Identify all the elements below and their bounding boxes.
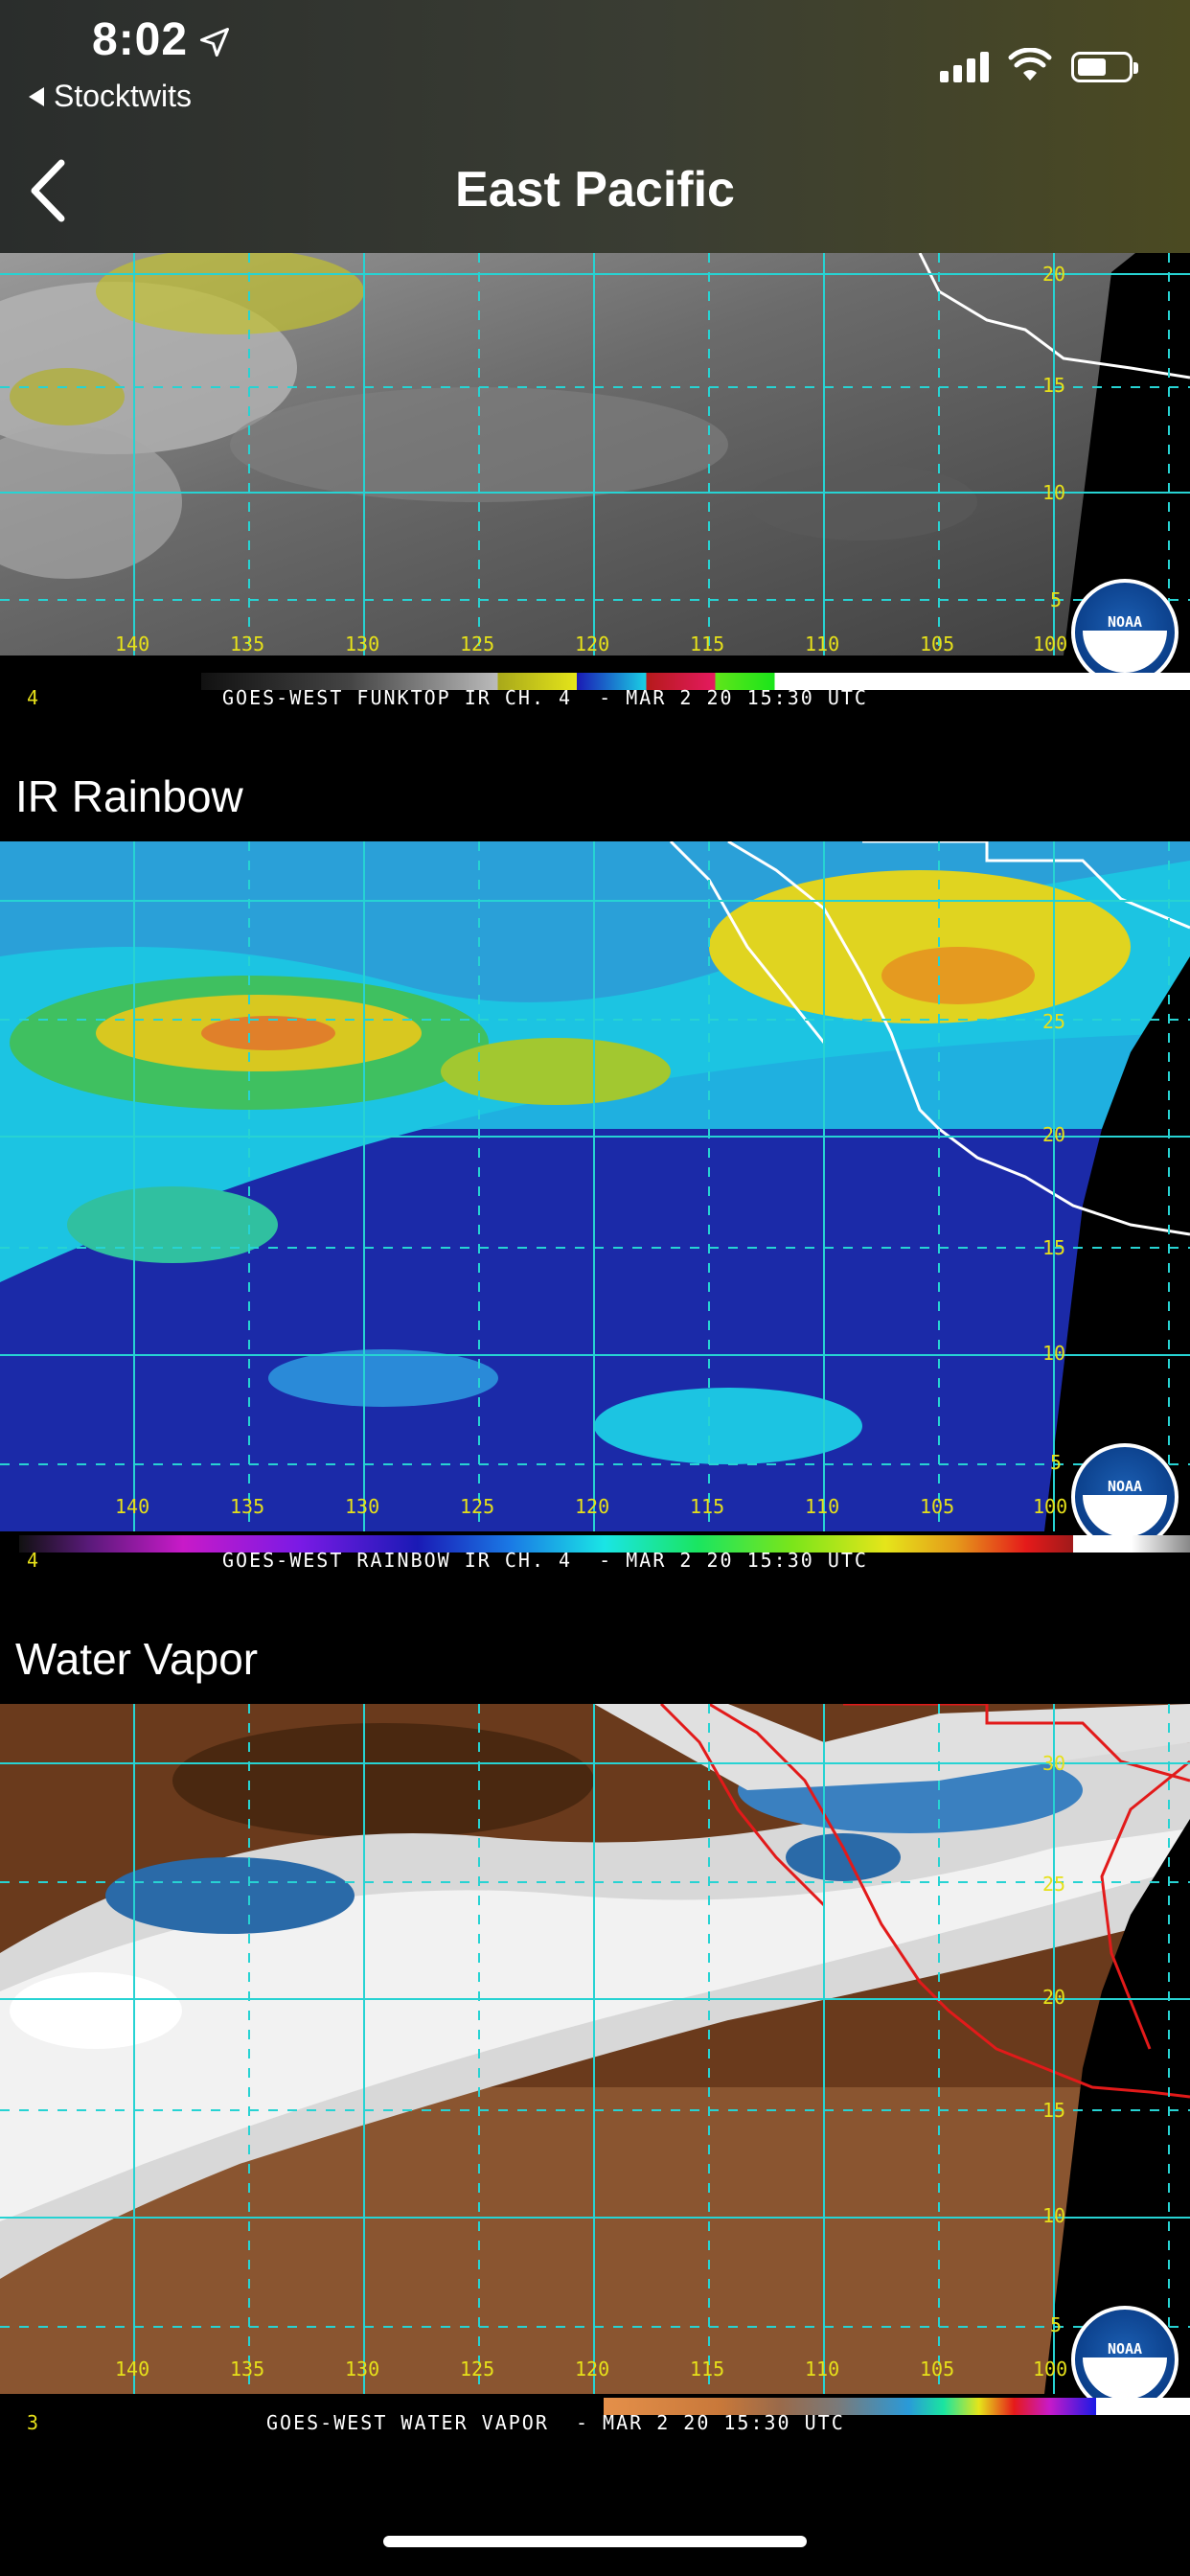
lon-tick: 120 bbox=[575, 632, 610, 656]
noaa-logo-text: NOAA bbox=[1107, 1478, 1143, 1495]
water-vapor-image[interactable]: 30 25 20 15 10 5 140 135 130 125 120 115… bbox=[0, 1704, 1190, 2440]
lon-tick: 110 bbox=[805, 1495, 840, 1518]
lon-tick: 110 bbox=[805, 632, 840, 656]
channel-number: 4 bbox=[27, 686, 39, 709]
lat-tick: 25 bbox=[1042, 1010, 1066, 1033]
back-app-label: Stocktwits bbox=[54, 79, 193, 113]
lat-tick: 10 bbox=[1042, 481, 1066, 504]
lon-tick: 125 bbox=[460, 632, 495, 656]
section-title-water-vapor: Water Vapor bbox=[15, 1634, 259, 1684]
location-arrow-icon bbox=[200, 28, 229, 57]
lon-tick: 140 bbox=[115, 1495, 150, 1518]
back-to-app-link[interactable]: Stocktwits bbox=[29, 79, 192, 114]
lon-tick: 135 bbox=[230, 1495, 265, 1518]
ir-rainbow-image[interactable]: 25 20 15 10 5 140 135 130 125 120 115 11… bbox=[0, 841, 1190, 1577]
lat-tick: 5 bbox=[1050, 1451, 1063, 1474]
lat-tick: 15 bbox=[1042, 374, 1066, 397]
lat-tick: 10 bbox=[1042, 1342, 1066, 1365]
lon-tick: 120 bbox=[575, 1495, 610, 1518]
funktop-ir-image[interactable]: 20 15 10 5 140 135 130 125 120 115 110 1… bbox=[0, 253, 1190, 715]
noaa-logo-text: NOAA bbox=[1107, 2340, 1143, 2358]
lat-tick: 30 bbox=[1042, 1752, 1066, 1775]
section-title-ir-rainbow: IR Rainbow bbox=[15, 771, 243, 821]
lon-tick: 115 bbox=[690, 2358, 725, 2380]
lon-tick: 110 bbox=[805, 2358, 840, 2380]
lat-tick: 15 bbox=[1042, 2099, 1066, 2122]
lon-tick: 105 bbox=[920, 2358, 955, 2380]
image-caption: GOES-WEST FUNKTOP IR CH. 4 - MAR 2 20 15… bbox=[222, 686, 868, 709]
lat-tick: 20 bbox=[1042, 1986, 1066, 2009]
lat-tick: 20 bbox=[1042, 1123, 1066, 1146]
battery-icon bbox=[1071, 52, 1138, 82]
back-triangle-icon bbox=[29, 86, 44, 106]
lon-tick: 140 bbox=[115, 2358, 150, 2380]
cellular-signal-icon bbox=[940, 48, 989, 82]
lon-tick: 125 bbox=[460, 2358, 495, 2380]
lon-tick: 100 bbox=[1033, 632, 1068, 656]
lon-tick: 140 bbox=[115, 632, 150, 656]
status-time: 8:02 bbox=[92, 14, 189, 65]
lon-tick: 115 bbox=[690, 632, 725, 656]
status-icons bbox=[940, 40, 1138, 82]
top-bar: 8:02 Stocktwits East Pacific bbox=[0, 0, 1190, 253]
channel-number: 3 bbox=[27, 2411, 39, 2434]
channel-number: 4 bbox=[27, 1549, 39, 1572]
lon-tick: 130 bbox=[345, 1495, 380, 1518]
image-caption: GOES-WEST WATER VAPOR - MAR 2 20 15:30 U… bbox=[266, 2411, 845, 2434]
lon-tick: 130 bbox=[345, 2358, 380, 2380]
wifi-icon bbox=[1008, 48, 1052, 80]
lat-tick: 5 bbox=[1050, 2313, 1063, 2336]
page-title: East Pacific bbox=[455, 162, 735, 218]
water-vapor-map bbox=[0, 1704, 1190, 2394]
home-indicator[interactable] bbox=[383, 2536, 807, 2547]
noaa-logo: NOAA bbox=[1071, 579, 1179, 686]
lon-tick: 125 bbox=[460, 1495, 495, 1518]
lon-tick: 130 bbox=[345, 632, 380, 656]
lon-tick: 105 bbox=[920, 632, 955, 656]
lat-tick: 25 bbox=[1042, 1873, 1066, 1896]
image-caption: GOES-WEST RAINBOW IR CH. 4 - MAR 2 20 15… bbox=[222, 1549, 868, 1572]
lon-tick: 135 bbox=[230, 632, 265, 656]
noaa-logo-text: NOAA bbox=[1107, 613, 1143, 631]
lat-tick: 5 bbox=[1050, 588, 1063, 611]
lon-tick: 120 bbox=[575, 2358, 610, 2380]
lat-tick: 15 bbox=[1042, 1236, 1066, 1259]
lon-tick: 100 bbox=[1033, 2358, 1068, 2380]
lat-tick: 10 bbox=[1042, 2204, 1066, 2227]
lon-tick: 105 bbox=[920, 1495, 955, 1518]
lon-tick: 135 bbox=[230, 2358, 265, 2380]
ir-rainbow-map bbox=[0, 841, 1190, 1531]
lon-tick: 100 bbox=[1033, 1495, 1068, 1518]
lon-tick: 115 bbox=[690, 1495, 725, 1518]
lat-tick: 20 bbox=[1042, 263, 1066, 286]
